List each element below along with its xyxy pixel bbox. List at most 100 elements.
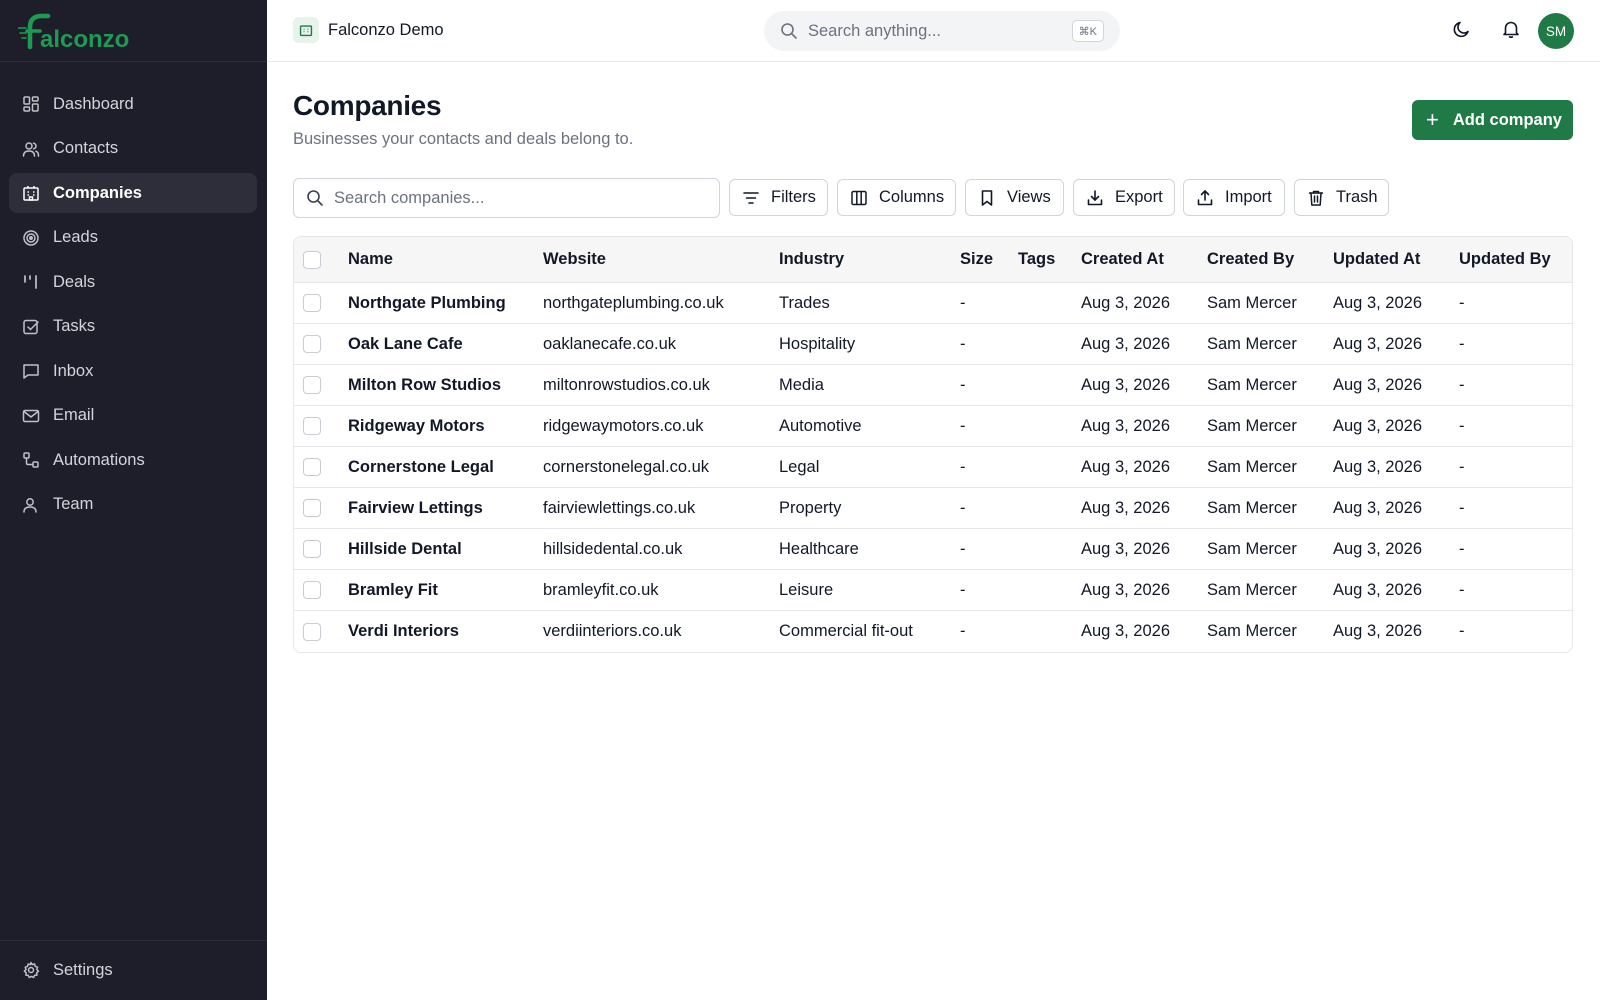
company-search-input[interactable]: Search companies... <box>293 178 720 218</box>
trash-button[interactable]: Trash <box>1294 179 1389 216</box>
table-row[interactable]: Cornerstone Legal cornerstonelegal.co.uk… <box>294 447 1572 488</box>
sidebar-item-automations[interactable]: Automations <box>9 440 257 480</box>
company-industry: Trades <box>779 293 830 312</box>
column-header-updated-by[interactable]: Updated By <box>1459 237 1551 282</box>
notifications-bell-icon[interactable] <box>1501 19 1521 39</box>
company-updated-by: - <box>1459 334 1465 353</box>
company-created-by: Sam Mercer <box>1207 416 1297 435</box>
select-all-checkbox[interactable] <box>303 250 321 269</box>
company-size: - <box>960 334 966 353</box>
theme-toggle-moon-icon[interactable] <box>1452 19 1472 39</box>
company-name[interactable]: Cornerstone Legal <box>348 447 494 487</box>
table-row[interactable]: Ridgeway Motors ridgewaymotors.co.uk Aut… <box>294 406 1572 447</box>
dashboard-icon <box>22 95 40 113</box>
page-title: Companies <box>293 90 442 121</box>
column-header-name[interactable]: Name <box>348 237 393 282</box>
company-name[interactable]: Bramley Fit <box>348 570 438 610</box>
search-icon <box>306 189 324 207</box>
sidebar-item-leads[interactable]: Leads <box>9 218 257 258</box>
row-select-cell <box>303 283 321 323</box>
company-website: oaklanecafe.co.uk <box>543 334 677 353</box>
add-company-button[interactable]: + Add company <box>1412 100 1573 140</box>
row-checkbox[interactable] <box>303 540 321 558</box>
global-search-input[interactable]: Search anything... ⌘K <box>764 11 1120 51</box>
company-search-placeholder: Search companies... <box>334 188 485 207</box>
table-row[interactable]: Hillside Dental hillsidedental.co.uk Hea… <box>294 529 1572 570</box>
import-label: Import <box>1225 188 1272 206</box>
company-created-at: Aug 3, 2026 <box>1081 457 1170 476</box>
svg-text:alconzo: alconzo <box>40 26 129 51</box>
sidebar-item-tasks[interactable]: Tasks <box>9 307 257 347</box>
views-button[interactable]: Views <box>965 179 1064 216</box>
column-header-size[interactable]: Size <box>960 237 993 282</box>
columns-button[interactable]: Columns <box>837 179 956 216</box>
sidebar-item-contacts[interactable]: Contacts <box>9 129 257 169</box>
company-size: - <box>960 622 966 640</box>
company-name[interactable]: Ridgeway Motors <box>348 406 485 446</box>
trash-label: Trash <box>1336 188 1378 206</box>
falconzo-logo-icon: alconzo <box>18 13 129 51</box>
table-row[interactable]: Northgate Plumbing northgateplumbing.co.… <box>294 283 1572 324</box>
sidebar-item-label: Contacts <box>53 139 119 157</box>
mail-icon <box>22 407 40 425</box>
company-name[interactable]: Fairview Lettings <box>348 488 483 528</box>
column-header-created-by[interactable]: Created By <box>1207 237 1294 282</box>
filters-button[interactable]: Filters <box>729 179 828 216</box>
company-created-by: Sam Mercer <box>1207 334 1297 353</box>
row-checkbox[interactable] <box>303 622 321 641</box>
row-checkbox[interactable] <box>303 417 321 435</box>
brand-logo[interactable]: alconzo <box>0 0 267 62</box>
sidebar-item-label: Tasks <box>53 317 96 335</box>
sidebar-item-team[interactable]: Team <box>9 485 257 525</box>
company-updated-by: - <box>1459 293 1465 312</box>
column-header-created-at[interactable]: Created At <box>1081 237 1164 282</box>
sidebar: alconzo Dashboard Contacts Companies Lea… <box>0 0 267 1000</box>
company-name[interactable]: Northgate Plumbing <box>348 283 506 323</box>
table-row[interactable]: Milton Row Studios miltonrowstudios.co.u… <box>294 365 1572 406</box>
sidebar-item-inbox[interactable]: Inbox <box>9 351 257 391</box>
shortcut-hint: ⌘K <box>1071 20 1104 42</box>
company-website: bramleyfit.co.uk <box>543 580 659 599</box>
sidebar-item-settings[interactable]: Settings <box>9 950 257 990</box>
column-header-industry[interactable]: Industry <box>779 237 844 282</box>
company-updated-by: - <box>1459 498 1465 517</box>
table-row[interactable]: Oak Lane Cafe oaklanecafe.co.uk Hospital… <box>294 324 1572 365</box>
download-icon <box>1086 189 1104 207</box>
table-row[interactable]: Bramley Fit bramleyfit.co.uk Leisure - A… <box>294 570 1572 611</box>
export-button[interactable]: Export <box>1073 179 1175 216</box>
company-name[interactable]: Oak Lane Cafe <box>348 324 463 364</box>
target-icon <box>22 229 40 247</box>
column-header-tags[interactable]: Tags <box>1018 237 1055 282</box>
row-checkbox[interactable] <box>303 499 321 517</box>
column-header-updated-at[interactable]: Updated At <box>1333 237 1420 282</box>
row-checkbox[interactable] <box>303 376 321 394</box>
user-avatar[interactable]: SM <box>1538 13 1574 49</box>
company-created-at: Aug 3, 2026 <box>1081 375 1170 394</box>
company-name[interactable]: Milton Row Studios <box>348 365 501 405</box>
company-name[interactable]: Verdi Interiors <box>348 611 459 652</box>
row-checkbox[interactable] <box>303 335 321 353</box>
company-created-by: Sam Mercer <box>1207 498 1297 517</box>
sidebar-item-dashboard[interactable]: Dashboard <box>9 84 257 124</box>
table-row[interactable]: Verdi Interiors verdiinteriors.co.uk Com… <box>294 611 1572 652</box>
row-checkbox[interactable] <box>303 581 321 599</box>
row-select-cell <box>303 529 321 569</box>
company-size: - <box>960 375 966 394</box>
sidebar-item-email[interactable]: Email <box>9 396 257 436</box>
add-company-label: Add company <box>1452 110 1562 129</box>
company-website: verdiinteriors.co.uk <box>543 622 682 640</box>
columns-label: Columns <box>879 188 945 206</box>
import-button[interactable]: Import <box>1183 179 1285 216</box>
sidebar-item-deals[interactable]: Deals <box>9 262 257 302</box>
workspace-switcher[interactable]: Falconzo Demo <box>293 17 444 43</box>
trash-icon <box>1307 189 1325 207</box>
company-name[interactable]: Hillside Dental <box>348 529 462 569</box>
row-checkbox[interactable] <box>303 294 321 312</box>
sidebar-item-label: Settings <box>53 960 113 979</box>
company-updated-at: Aug 3, 2026 <box>1333 293 1422 312</box>
sidebar-item-companies[interactable]: Companies <box>9 173 257 213</box>
table-row[interactable]: Fairview Lettings fairviewlettings.co.uk… <box>294 488 1572 529</box>
row-checkbox[interactable] <box>303 458 321 476</box>
column-header-website[interactable]: Website <box>543 237 606 282</box>
sidebar-item-label: Inbox <box>53 361 94 380</box>
